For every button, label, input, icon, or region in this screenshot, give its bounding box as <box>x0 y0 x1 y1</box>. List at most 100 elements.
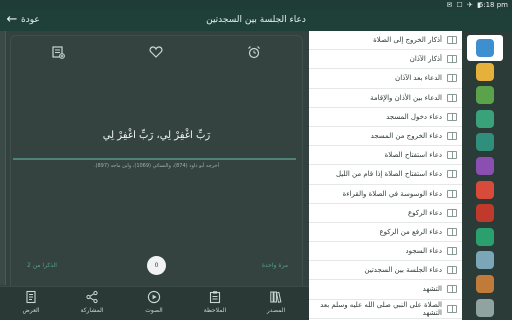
status-bar: ✉ ☐ ✈ ▮ 6:18 pm <box>0 0 512 10</box>
panel-edge <box>0 31 6 285</box>
bottom-toolbar: العرض المشاركة الصوت الملاحظة المصدر <box>0 286 309 320</box>
source-reference: أخرجه أبو داود (874)، والنسائي (1069)، و… <box>93 163 220 169</box>
book-icon <box>447 55 457 64</box>
play-icon <box>147 290 161 304</box>
counter-button[interactable]: 0 <box>147 256 166 275</box>
day-night-icon <box>476 62 494 81</box>
person-icon <box>476 180 494 199</box>
detail-panel: رَبِّ اغْفِرْ لِي، رَبِّ اغْفِرْ لِي أخر… <box>0 31 309 320</box>
category-mosque[interactable] <box>467 35 503 61</box>
user-icon <box>476 298 494 317</box>
list-item[interactable]: دعاء الجلسة بين السجدتين <box>309 261 462 281</box>
book-icon <box>447 74 457 83</box>
book-icon <box>447 112 457 121</box>
list-item-label: دعاء دخول المسجد <box>386 112 442 121</box>
list-item-label: دعاء الرفع من الركوع <box>379 227 442 236</box>
list-item[interactable]: دعاء استفتاح الصلاة <box>309 146 462 166</box>
list-item[interactable]: أذكار الآذان <box>309 50 462 70</box>
book-icon <box>447 208 457 217</box>
display-button[interactable]: العرض <box>6 290 56 314</box>
book-icon <box>447 304 457 313</box>
status-time: 6:18 pm <box>478 1 508 9</box>
book-icon <box>447 266 457 275</box>
category-tasbih[interactable] <box>467 106 503 132</box>
share-button[interactable]: المشاركة <box>67 290 117 314</box>
source-label: المصدر <box>266 307 286 314</box>
alarm-icon[interactable] <box>247 45 261 59</box>
category-quran[interactable] <box>467 82 503 108</box>
list-item[interactable]: دعاء دخول المسجد <box>309 108 462 127</box>
book-icon <box>447 285 457 294</box>
category-home[interactable] <box>467 153 503 179</box>
book-icon <box>447 131 457 140</box>
repetition-progress: الذكرا من 2 <box>27 262 57 269</box>
list-item[interactable]: دعاء الخروج من المسجد <box>309 127 462 147</box>
clipboard-icon <box>209 291 221 304</box>
note-button[interactable]: الملاحظة <box>190 290 240 314</box>
book-icon <box>447 247 457 256</box>
category-globe[interactable] <box>467 247 503 273</box>
category-location-pin[interactable] <box>467 129 503 155</box>
book-icon <box>447 170 457 179</box>
globe-icon <box>476 251 494 270</box>
page-title: دعاء الجلسة بين السجدتين <box>206 15 306 25</box>
books-icon <box>270 291 282 303</box>
list-item-label: دعاء الخروج من المسجد <box>370 131 442 140</box>
list-item-label: أذكار الآذان <box>409 55 442 64</box>
sound-button[interactable]: الصوت <box>129 290 179 314</box>
book-icon <box>447 36 457 44</box>
list-item-label: أذكار الخروج إلى الصلاة <box>373 36 442 44</box>
document-icon <box>26 290 36 304</box>
add-note-icon[interactable] <box>51 45 65 59</box>
home-icon <box>476 157 494 175</box>
list-item[interactable]: دعاء الوسوسة في الصلاة والقراءة <box>309 185 462 204</box>
book-icon <box>447 189 457 198</box>
list-item[interactable]: دعاء السجود <box>309 242 462 262</box>
list-item-label: دعاء استفتاح الصلاة إذا قام من الليل <box>336 170 442 179</box>
share-label: المشاركة <box>80 307 104 314</box>
list-item-label: دعاء السجود <box>405 247 442 256</box>
list-item-label: دعاء الركوع <box>407 208 442 217</box>
list-item[interactable]: التشهد <box>309 280 462 300</box>
family-icon <box>476 204 494 223</box>
category-user[interactable] <box>467 295 503 320</box>
mosque-icon <box>476 39 494 57</box>
list-item-label: دعاء الجلسة بين السجدتين <box>364 266 442 275</box>
divider <box>13 158 296 160</box>
list-item[interactable]: أذكار الخروج إلى الصلاة <box>309 31 462 51</box>
supplications-list: أذكار الخروج إلى الصلاة أذكار الآذان الدعا… <box>309 31 462 320</box>
list-item[interactable]: دعاء الرفع من الركوع <box>309 223 462 243</box>
duaa-text: رَبِّ اغْفِرْ لِي، رَبِّ اغْفِرْ لِي <box>102 130 211 141</box>
source-button[interactable]: المصدر <box>251 290 301 314</box>
prayer-icon <box>476 227 494 246</box>
list-item[interactable]: الصلاة على النبي صلى الله عليه وسلم بعد … <box>309 300 462 319</box>
note-label: الملاحظة <box>203 307 227 314</box>
category-praying-hands[interactable] <box>467 271 503 297</box>
list-item-label: الصلاة على النبي صلى الله عليه وسلم بعد … <box>320 300 442 317</box>
category-day-night[interactable] <box>467 59 503 85</box>
list-item[interactable]: الدعاء بين الأذان والإقامة <box>309 89 462 108</box>
category-rail <box>462 31 512 320</box>
book-icon <box>447 227 457 236</box>
category-person[interactable] <box>467 177 503 203</box>
book-icon <box>447 93 457 102</box>
category-prayer[interactable] <box>467 224 503 250</box>
quran-icon <box>476 86 494 105</box>
repetition-count: مرة واحدة <box>261 262 288 269</box>
share-icon <box>86 290 98 304</box>
category-family[interactable] <box>467 200 503 226</box>
favorite-heart-icon[interactable] <box>149 45 163 59</box>
list-item-label: الدعاء بعد الآذان <box>395 74 442 83</box>
praying-hands-icon <box>476 275 494 293</box>
list-item[interactable]: الدعاء بعد الآذان <box>309 69 462 89</box>
list-item[interactable]: دعاء الركوع <box>309 204 462 223</box>
list-item-label: التشهد <box>422 285 442 294</box>
list-item-label: دعاء استفتاح الصلاة <box>384 151 442 160</box>
sound-label: الصوت <box>145 307 163 314</box>
tasbih-icon <box>476 109 494 128</box>
list-item-label: دعاء الوسوسة في الصلاة والقراءة <box>342 189 442 198</box>
list-item-label: الدعاء بين الأذان والإقامة <box>370 93 442 102</box>
list-item[interactable]: دعاء استفتاح الصلاة إذا قام من الليل <box>309 165 462 185</box>
location-pin-icon <box>476 133 494 152</box>
status-icons: ✉ ☐ ✈ ▮ <box>446 1 482 9</box>
